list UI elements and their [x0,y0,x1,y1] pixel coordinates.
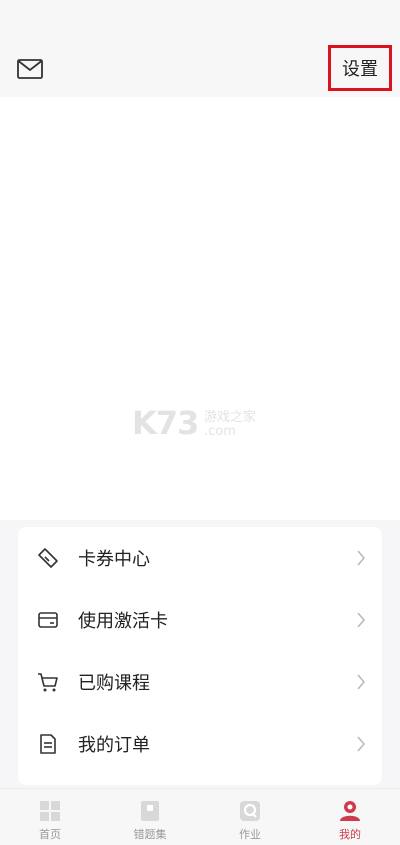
tab-profile[interactable]: 我的 [300,789,400,845]
tab-bar: 首页 错题集 作业 我的 [0,788,400,845]
menu-item-activate-card[interactable]: 使用激活卡 [18,589,382,651]
top-bar: 设置 [0,0,400,97]
home-icon [40,801,60,821]
mail-icon[interactable] [16,58,44,80]
homework-icon [240,801,260,821]
cart-icon [38,673,58,692]
mistakes-icon [141,801,159,821]
settings-button[interactable]: 设置 [328,45,392,91]
tab-label: 作业 [239,828,261,841]
settings-label: 设置 [342,59,378,80]
chevron-right-icon [357,612,366,628]
chevron-right-icon [357,550,366,566]
chevron-right-icon [357,674,366,690]
coupon-icon [38,548,58,568]
watermark-domain: .com [204,424,236,439]
watermark-brand: K73 [132,404,199,442]
tab-label: 首页 [39,828,61,841]
tab-home[interactable]: 首页 [0,789,100,845]
menu-item-label: 已购课程 [78,673,150,694]
watermark: K73 游戏之家 .com [132,404,272,444]
menu-item-my-orders[interactable]: 我的订单 [18,713,382,775]
profile-icon [340,801,360,821]
document-icon [40,734,56,754]
tab-label: 错题集 [133,828,167,841]
menu-item-label: 使用激活卡 [78,611,168,632]
tab-label: 我的 [339,828,361,841]
menu-item-label: 我的订单 [78,735,150,756]
menu-card: 卡券中心 使用激活卡 已购课程 我的订单 [18,527,382,785]
chevron-right-icon [357,736,366,752]
tab-mistakes[interactable]: 错题集 [100,789,200,845]
tab-homework[interactable]: 作业 [200,789,300,845]
card-icon [38,612,58,628]
watermark-cn: 游戏之家 [204,410,257,425]
menu-item-purchased-courses[interactable]: 已购课程 [18,651,382,713]
menu-item-label: 卡券中心 [78,549,150,570]
menu-item-coupon-center[interactable]: 卡券中心 [18,527,382,589]
